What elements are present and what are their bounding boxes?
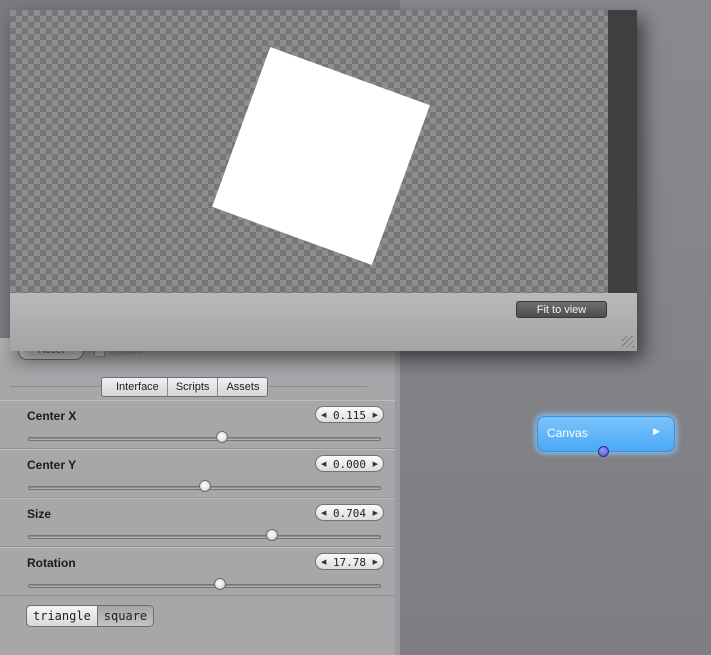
decrement-arrow-icon[interactable]: ◀ (321, 456, 326, 473)
render-canvas[interactable] (10, 10, 608, 293)
viewer-window: Fit to view (10, 10, 637, 351)
viewer-side-bar[interactable] (608, 10, 637, 293)
param-label: Center X (27, 409, 77, 423)
size-slider-thumb[interactable] (265, 529, 278, 541)
panel-tabs: Interface Scripts Assets (101, 377, 269, 397)
tab-scripts[interactable]: Scripts (166, 378, 218, 396)
param-label: Rotation (27, 556, 76, 570)
shape-option-triangle[interactable]: triangle (27, 606, 97, 626)
decrement-arrow-icon[interactable]: ◀ (321, 407, 326, 424)
rotation-slider-track[interactable] (28, 584, 381, 588)
canvas-node[interactable]: Canvas ▶ (537, 416, 675, 457)
stepper-value[interactable]: 0.704 (333, 507, 366, 520)
node-expand-arrow-icon[interactable]: ▶ (653, 426, 660, 437)
node-label: Canvas (547, 426, 588, 440)
param-row-size: Size ◀ 0.704 ▶ (0, 498, 395, 547)
param-row-center-x: Center X ◀ 0.115 ▶ (0, 400, 395, 449)
stepper-value[interactable]: 17.78 (333, 556, 366, 569)
decrement-arrow-icon[interactable]: ◀ (321, 505, 326, 522)
increment-arrow-icon[interactable]: ▶ (373, 456, 378, 473)
node-output-port[interactable] (598, 446, 609, 457)
stepper-value[interactable]: 0.115 (333, 409, 366, 422)
center-x-stepper[interactable]: ◀ 0.115 ▶ (315, 406, 384, 423)
center-x-slider-thumb[interactable] (216, 431, 229, 443)
rendered-square-shape (212, 47, 430, 265)
size-stepper[interactable]: ◀ 0.704 ▶ (315, 504, 384, 521)
increment-arrow-icon[interactable]: ▶ (373, 407, 378, 424)
tab-assets[interactable]: Assets (217, 378, 267, 396)
decrement-arrow-icon[interactable]: ◀ (321, 554, 326, 571)
resize-grip-icon[interactable] (622, 336, 634, 348)
rotation-stepper[interactable]: ◀ 17.78 ▶ (315, 553, 384, 570)
rotation-slider-thumb[interactable] (214, 578, 227, 590)
stepper-value[interactable]: 0.000 (333, 458, 366, 471)
shape-segmented-control: triangle square (26, 605, 155, 627)
param-row-rotation: Rotation ◀ 17.78 ▶ (0, 547, 395, 596)
size-slider-track[interactable] (28, 535, 381, 539)
parameter-panel: Reset Bypass Interface Scripts Assets Ce… (0, 338, 400, 655)
center-y-stepper[interactable]: ◀ 0.000 ▶ (315, 455, 384, 472)
fit-to-view-button[interactable]: Fit to view (516, 301, 607, 318)
shape-option-square[interactable]: square (96, 606, 154, 626)
tab-interface[interactable]: Interface (102, 378, 167, 396)
center-y-slider-thumb[interactable] (198, 480, 211, 492)
param-label: Size (27, 507, 52, 521)
increment-arrow-icon[interactable]: ▶ (373, 554, 378, 571)
viewer-footer: Fit to view (10, 293, 637, 351)
increment-arrow-icon[interactable]: ▶ (373, 505, 378, 522)
param-label: Center Y (27, 458, 77, 472)
center-x-slider-track[interactable] (28, 437, 381, 441)
param-row-center-y: Center Y ◀ 0.000 ▶ (0, 449, 395, 498)
